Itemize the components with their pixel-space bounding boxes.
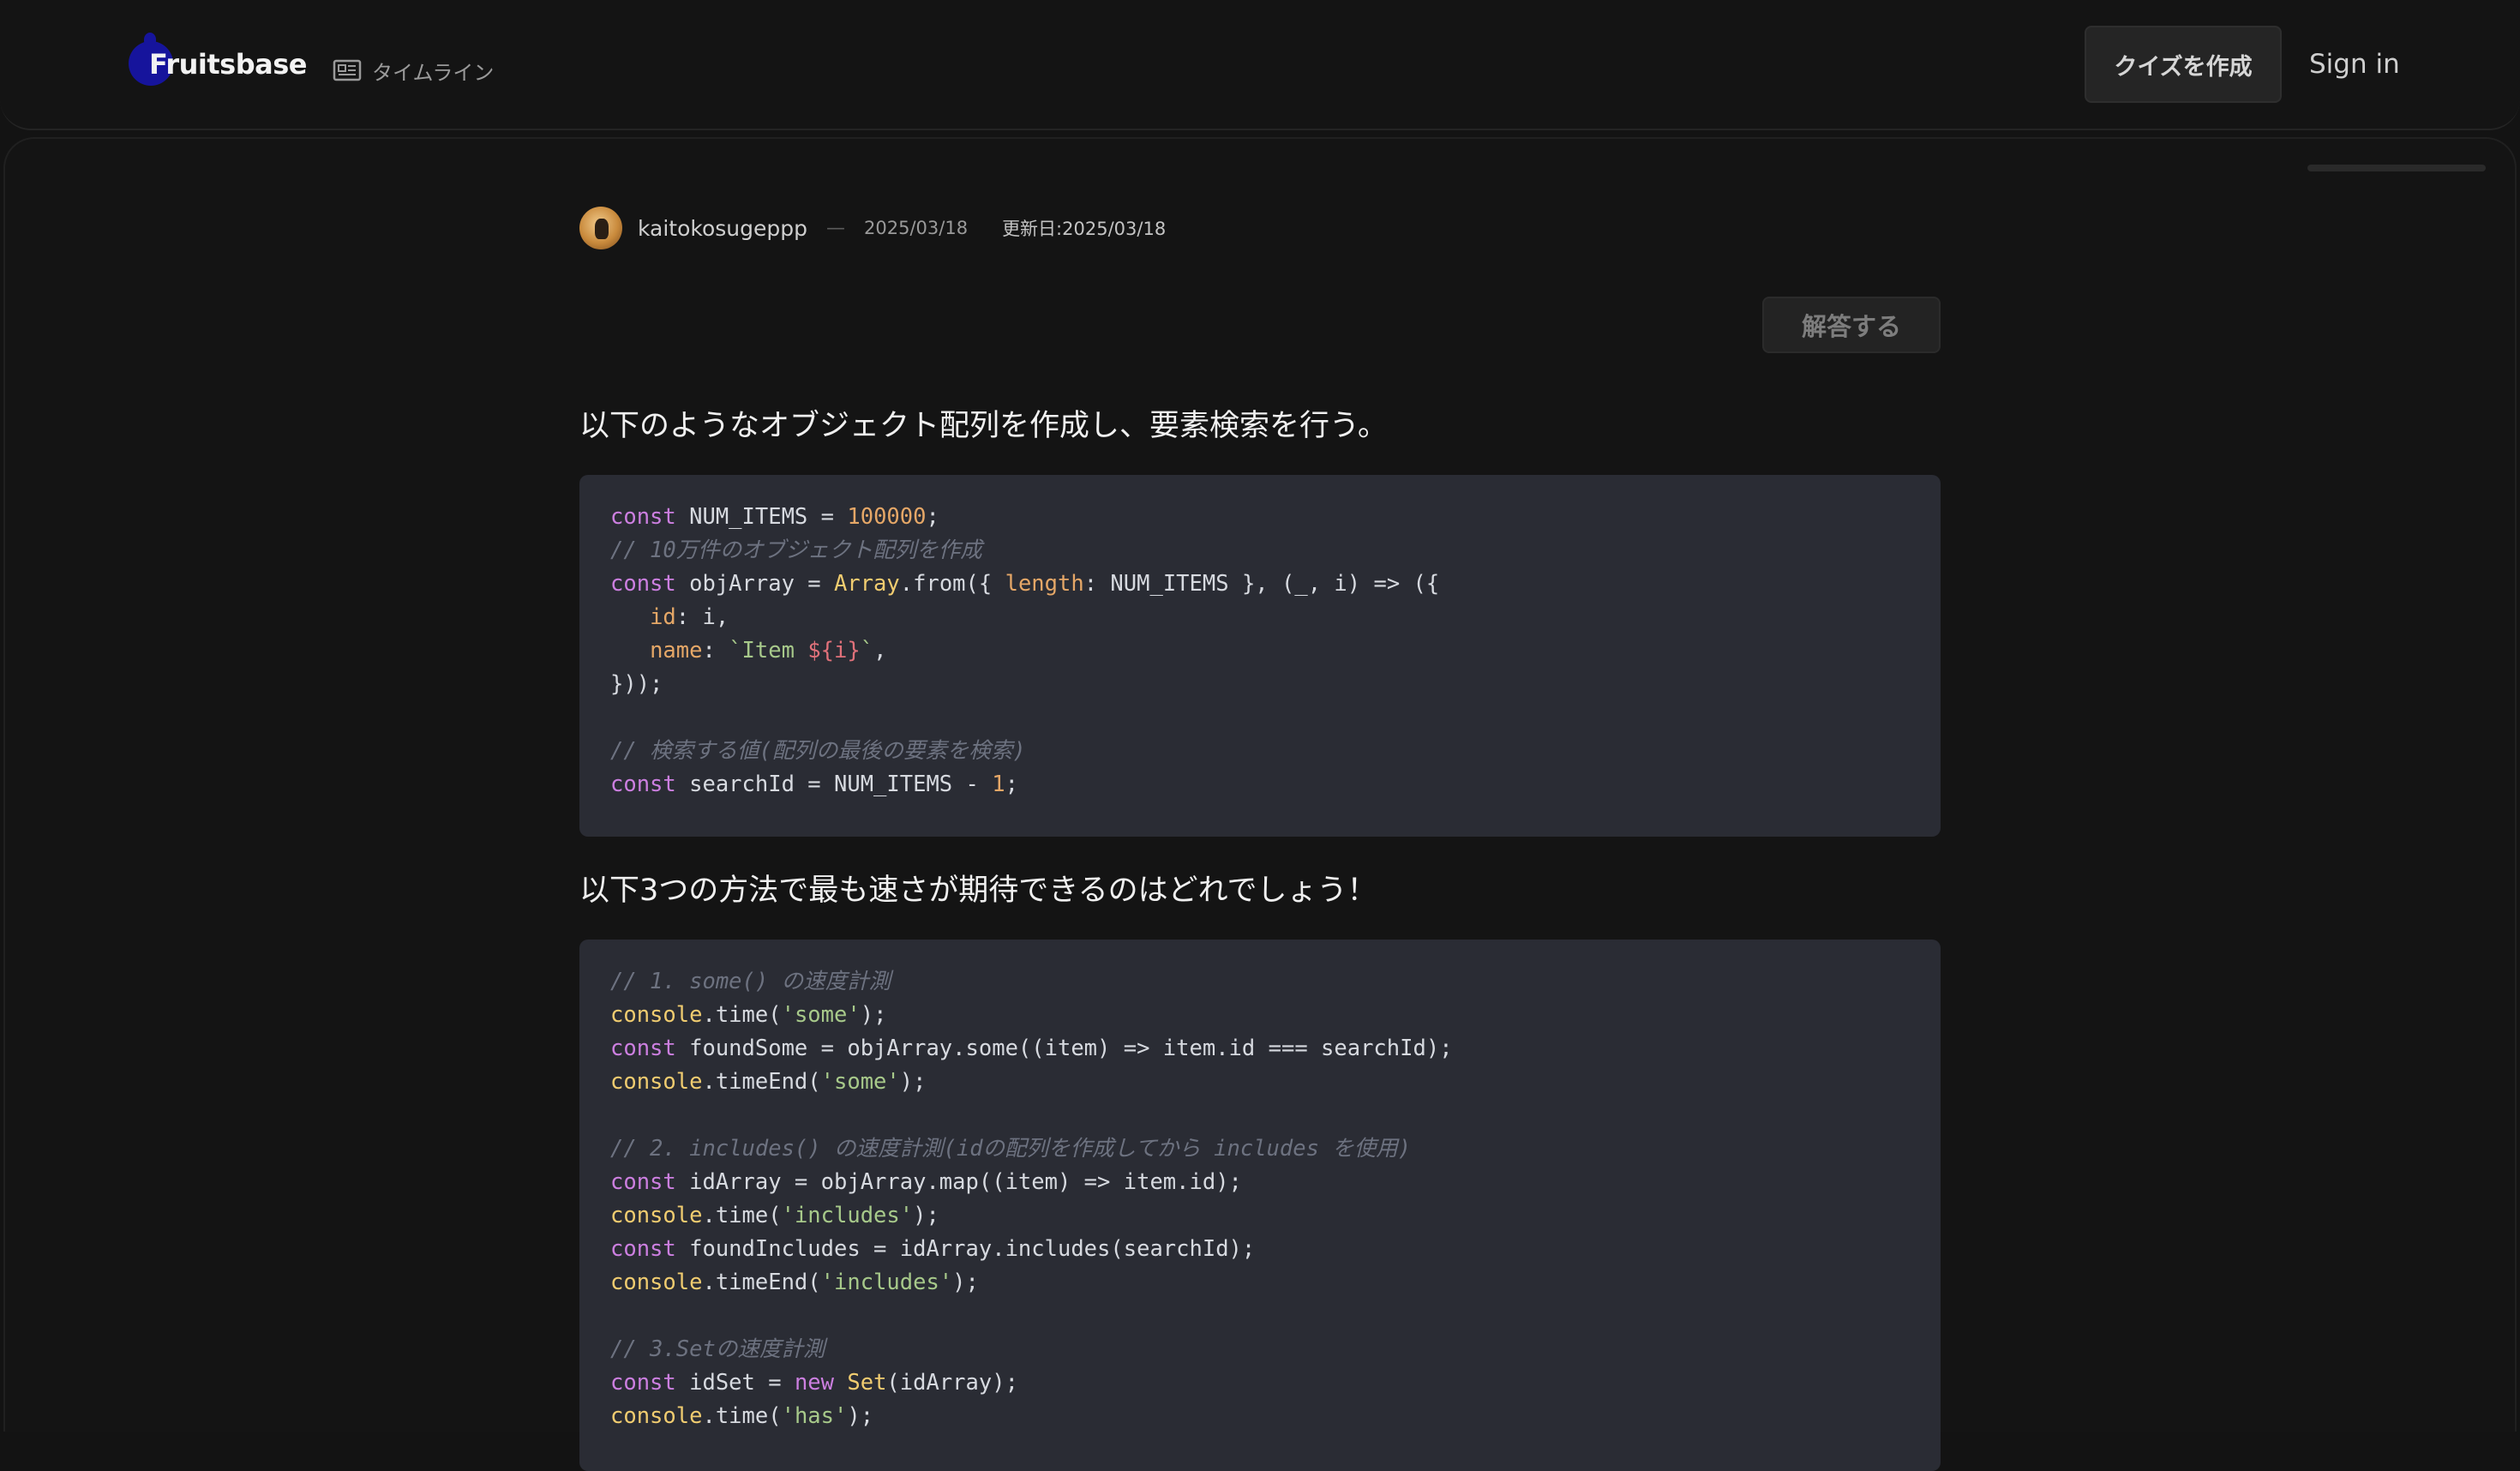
code-block-setup: const NUM_ITEMS = 100000; // 10万件のオブジェクト… <box>579 475 1941 837</box>
code-line: // 10万件のオブジェクト配列を作成 <box>610 537 982 563</box>
logo-text: Fruitsbase <box>149 48 307 81</box>
code-line: const idSet = new Set(idArray); <box>610 1370 1018 1396</box>
code-line: console.time('has'); <box>610 1403 874 1429</box>
code-line: })); <box>610 671 663 697</box>
code-line: const idArray = objArray.map((item) => i… <box>610 1169 1242 1195</box>
nav-timeline-link[interactable]: タイムライン <box>333 53 494 87</box>
code-line: console.time('includes'); <box>610 1203 939 1228</box>
code-line: // 2. includes() の速度計測(idの配列を作成してから incl… <box>610 1136 1412 1162</box>
create-quiz-button[interactable]: クイズを作成 <box>2085 26 2282 103</box>
sign-in-link[interactable]: Sign in <box>2309 43 2400 86</box>
nav-timeline-label: タイムライン <box>372 60 495 85</box>
code-line: name: `Item ${i}`, <box>650 638 887 663</box>
post-date: 2025/03/18 <box>864 218 969 238</box>
code-line: console.timeEnd('includes'); <box>610 1270 979 1295</box>
answer-button[interactable]: 解答する <box>1762 297 1941 353</box>
meta-separator: — <box>826 217 846 239</box>
code-line: id: i, <box>650 604 729 630</box>
question-paragraph-2: 以下3つの方法で最も速さが期待できるのはどれでしょう！ <box>579 874 1377 908</box>
code-line: const foundIncludes = idArray.includes(s… <box>610 1236 1256 1262</box>
reading-progress-bar <box>2307 165 2486 171</box>
code-line: console.timeEnd('some'); <box>610 1069 927 1095</box>
code-line: const NUM_ITEMS = 100000; <box>610 504 939 530</box>
code-line: console.time('some'); <box>610 1002 887 1028</box>
code-line: const searchId = NUM_ITEMS - 1; <box>610 772 1018 797</box>
newspaper-icon <box>333 59 362 81</box>
code-line: // 検索する値(配列の最後の要素を検索) <box>610 738 1026 764</box>
updated-date: 更新日:2025/03/18 <box>1002 219 1167 239</box>
question-paragraph-1: 以下のようなオブジェクト配列を作成し、要素検索を行う。 <box>579 409 1388 443</box>
code-line: // 1. some() の速度計測 <box>610 969 891 994</box>
code-setup: const NUM_ITEMS = 100000; // 10万件のオブジェクト… <box>610 501 1910 802</box>
code-block-methods: // 1. some() の速度計測 console.time('some');… <box>579 940 1941 1471</box>
site-header: Fruitsbase タイムライン クイズを作成 Sign in <box>0 0 2520 130</box>
logo[interactable]: Fruitsbase <box>129 33 309 94</box>
code-line: const objArray = Array.from({ length: NU… <box>610 571 1440 597</box>
code-line: const foundSome = objArray.some((item) =… <box>610 1036 1453 1061</box>
author-name[interactable]: kaitokosugeppp <box>638 216 807 241</box>
avatar[interactable] <box>579 207 622 249</box>
code-methods: // 1. some() の速度計測 console.time('some');… <box>610 965 1910 1433</box>
code-line: // 3.Setの速度計測 <box>610 1336 825 1362</box>
post-meta: kaitokosugeppp — 2025/03/18 更新日:2025/03/… <box>579 206 1166 250</box>
